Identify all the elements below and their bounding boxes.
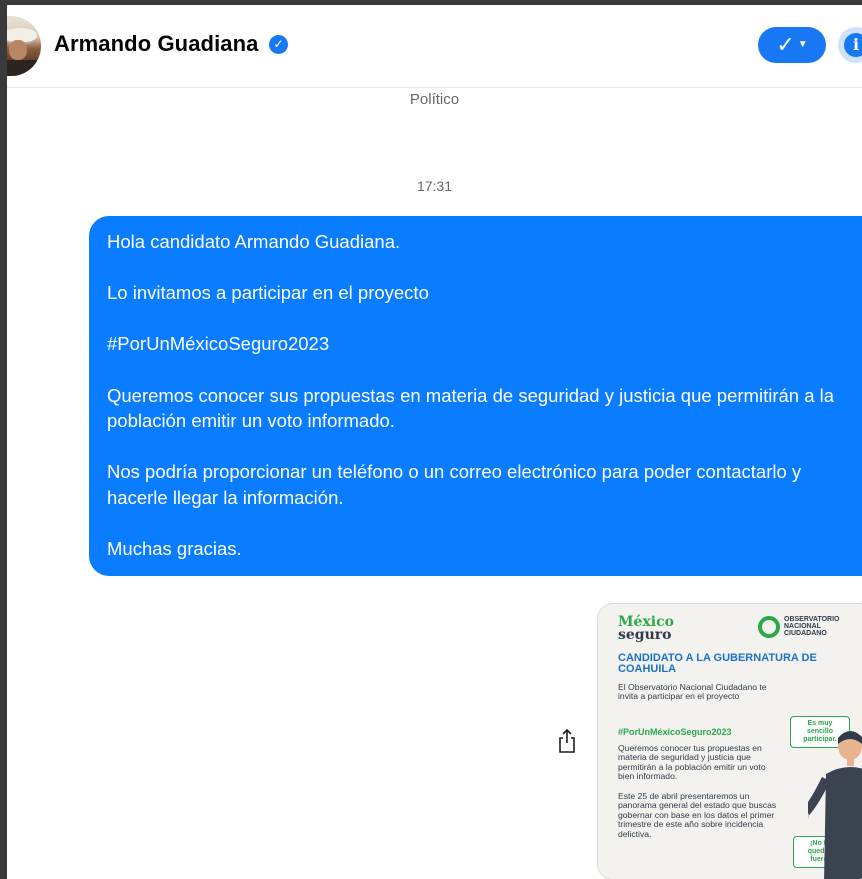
messenger-window: Armando Guadiana ✓ ✓ ▼ i Político 17:31 … xyxy=(7,5,862,879)
onc-logo-text: OBSERVATORIO NACIONAL CIUDADANO xyxy=(784,616,840,637)
message-timestamp: 17:31 xyxy=(416,178,453,194)
contact-name[interactable]: Armando Guadiana xyxy=(54,31,259,57)
image-attachment[interactable]: México seguro OBSERVATORIO NACIONAL CIUD… xyxy=(597,603,862,879)
message-paragraph: Lo invitamos a participar en el proyecto xyxy=(107,282,429,304)
check-icon: ✓ xyxy=(776,32,795,57)
poster-hashtag: #PorUnMéxicoSeguro2023 xyxy=(618,727,732,737)
onc-logo-icon xyxy=(758,616,780,638)
poster-title: CANDIDATO A LA GUBERNATURA DE COAHUILA xyxy=(618,652,817,675)
poster-illustration xyxy=(808,731,862,879)
poster-body-1: Queremos conocer tus propuestas en mater… xyxy=(618,743,766,782)
verified-check-icon: ✓ xyxy=(269,35,288,54)
share-icon[interactable] xyxy=(557,728,577,754)
message-bubble[interactable]: Hola candidato Armando Guadiana. Lo invi… xyxy=(89,216,862,576)
caret-down-icon: ▼ xyxy=(797,39,808,50)
info-icon: i xyxy=(844,33,862,57)
avatar[interactable] xyxy=(7,16,41,76)
message-paragraph: Queremos conocer sus propuestas en mater… xyxy=(107,384,835,432)
message-paragraph: Hola candidato Armando Guadiana. xyxy=(107,231,401,252)
mexico-seguro-logo: México seguro xyxy=(618,614,674,643)
message-paragraph: #PorUnMéxicoSeguro2023 xyxy=(107,333,330,355)
conversation-header: Armando Guadiana ✓ ✓ ▼ i xyxy=(7,5,862,88)
poster-body-2: Este 25 de abril presentaremos un panora… xyxy=(618,791,777,839)
message-paragraph: Nos podría proporcionar un teléfono o un… xyxy=(107,461,802,508)
poster-intro: El Observatorio Nacional Ciudadano te in… xyxy=(618,682,767,702)
mark-done-button[interactable]: ✓ ▼ xyxy=(758,27,826,63)
message-paragraph: Muchas gracias. xyxy=(107,538,242,560)
info-button[interactable]: i xyxy=(838,27,862,63)
contact-subtitle: Político xyxy=(409,91,460,108)
